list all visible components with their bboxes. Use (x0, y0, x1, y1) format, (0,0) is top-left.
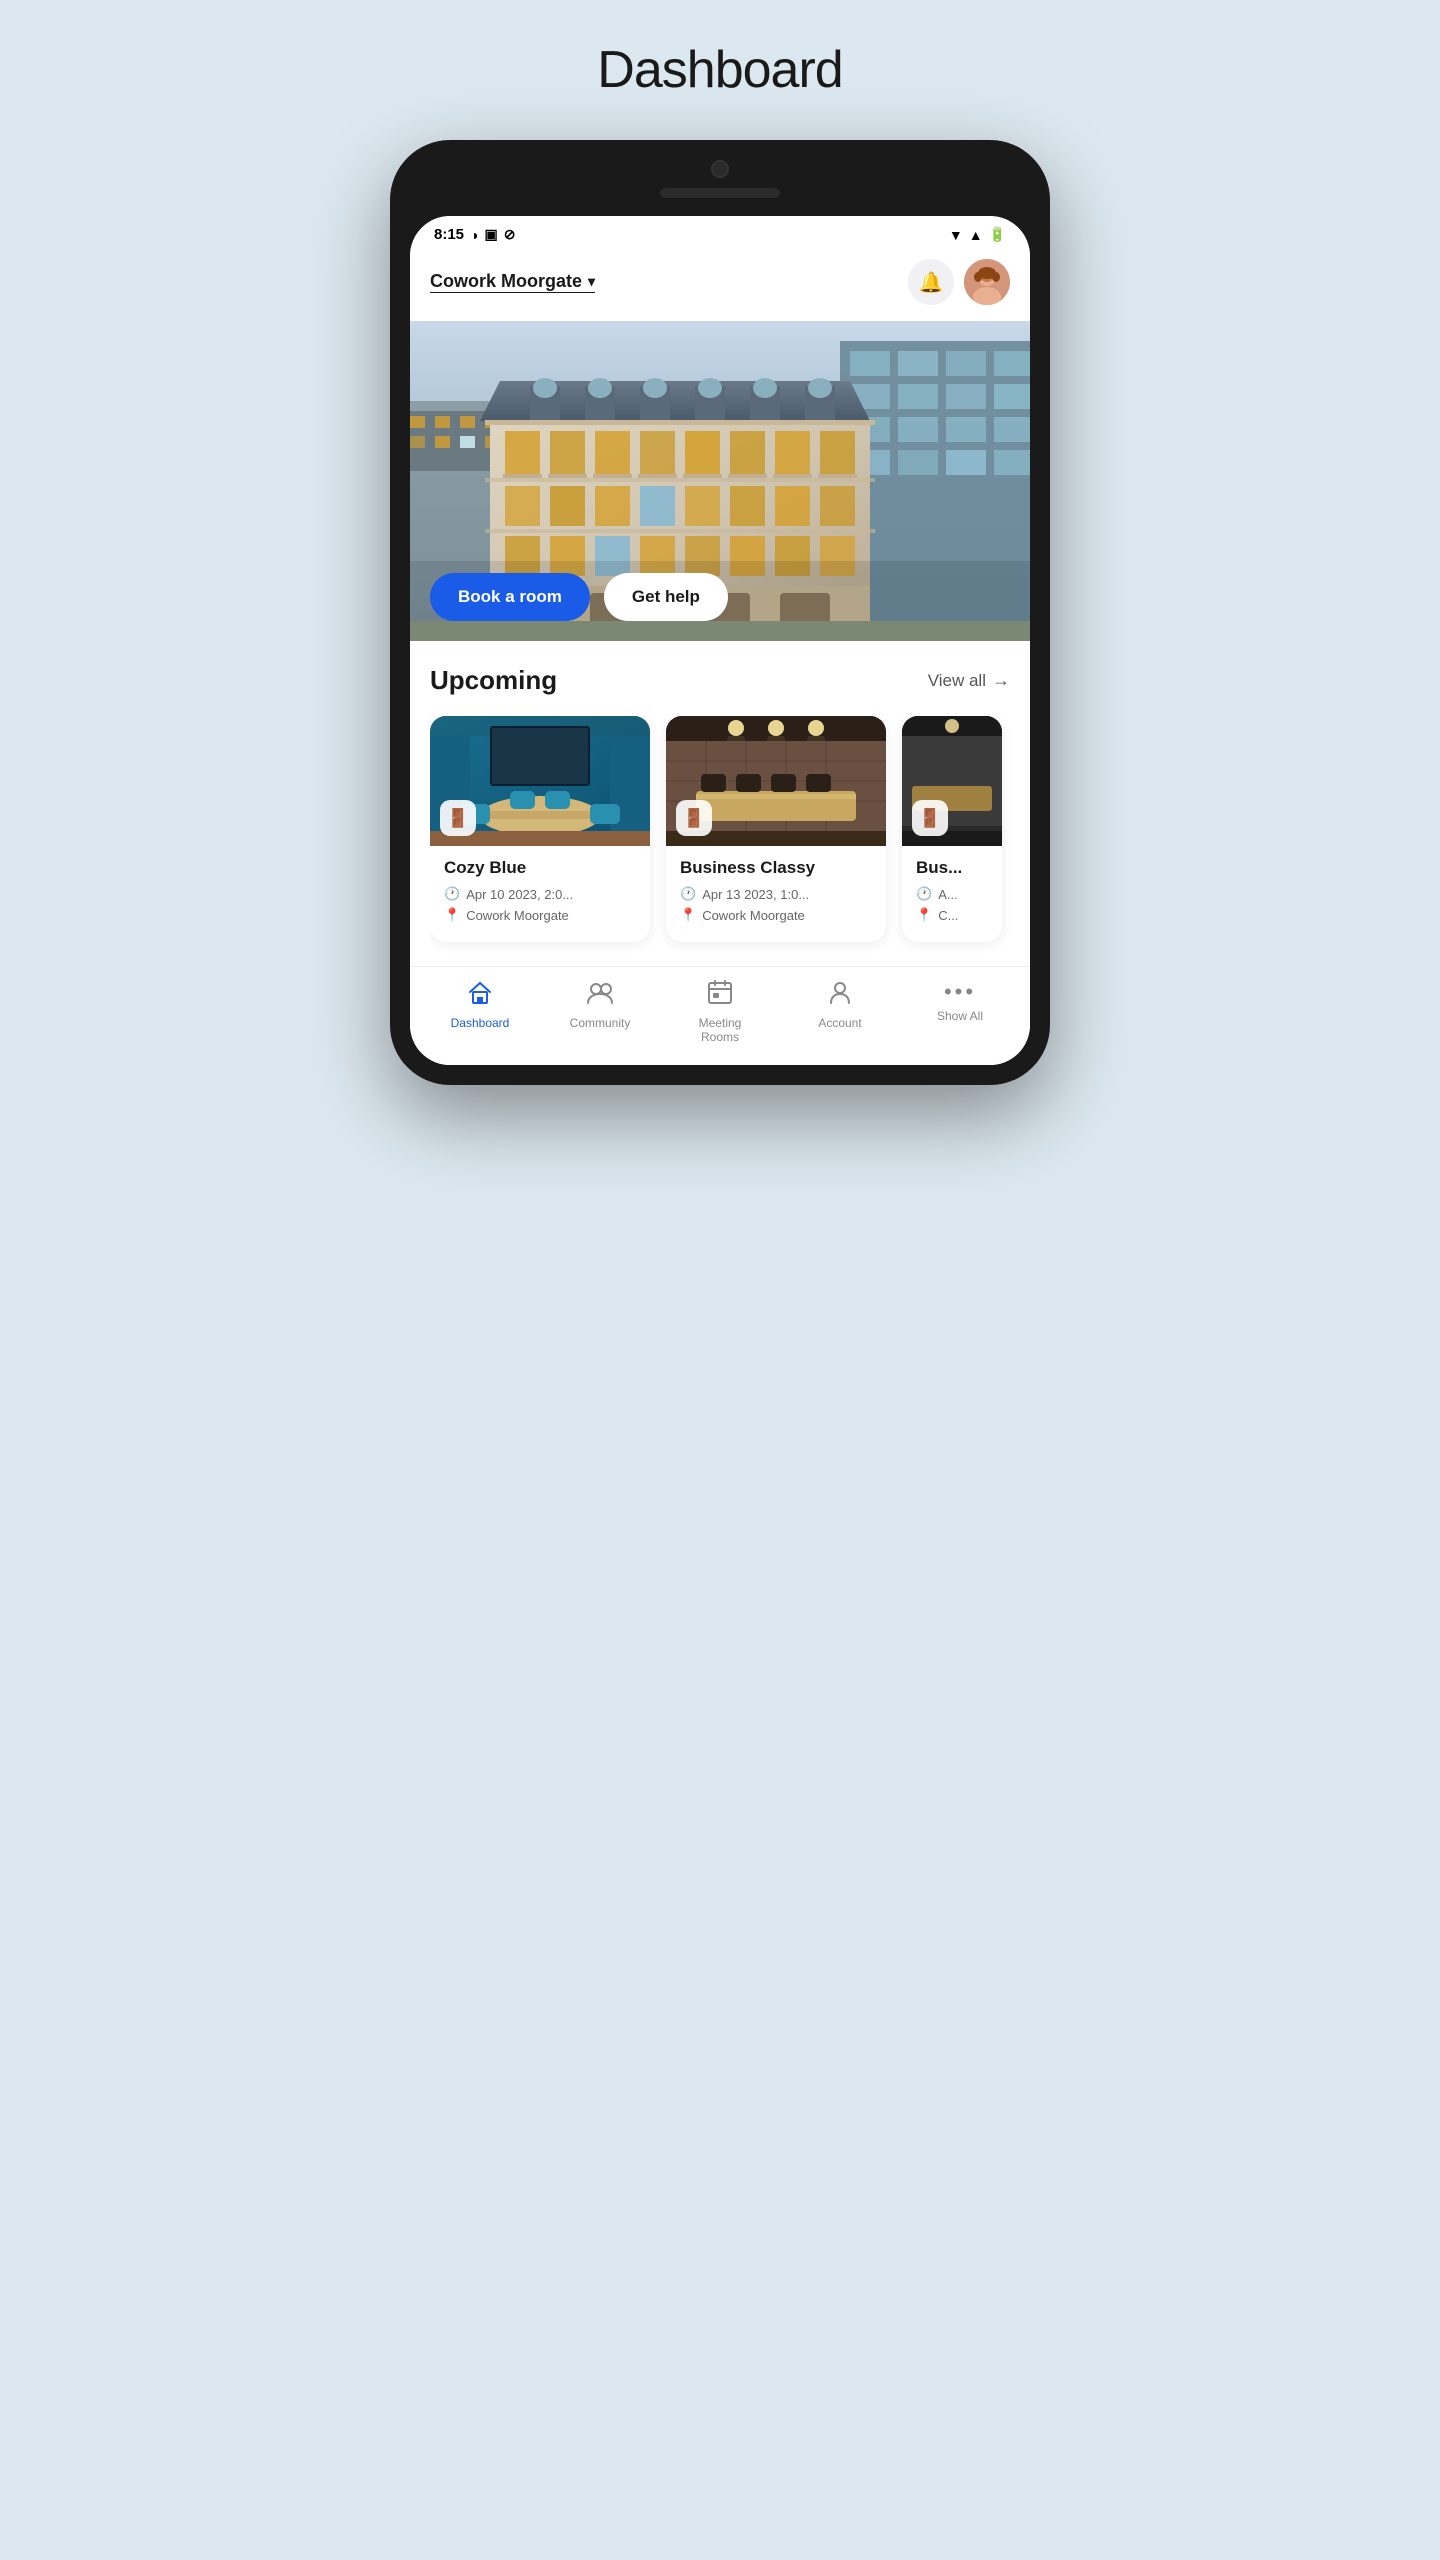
dnd-icon: ⊘ (504, 226, 516, 243)
signal-icon: ▲ (969, 227, 983, 243)
nav-label-community: Community (570, 1016, 631, 1030)
room-info: Cozy Blue 🕐 Apr 10 2023, 2:0... 📍 Cowork… (430, 846, 650, 942)
camera (711, 160, 729, 178)
page-title: Dashboard (597, 40, 842, 100)
room-name: Bus... (916, 858, 988, 878)
wifi-icon: ▼ (949, 227, 963, 243)
upcoming-section: Upcoming View all → (410, 641, 1030, 966)
status-left: 8:15 ◑ ▣ ⊘ (434, 226, 515, 243)
room-info: Bus... 🕐 A... 📍 C... (902, 846, 1002, 942)
calendar-icon (707, 979, 733, 1012)
phone-frame: 8:15 ◑ ▣ ⊘ ▼ ▲ 🔋 Cowork Moorgate ▾ 🔔 (390, 140, 1050, 1085)
hero-buttons: Book a room Get help (430, 573, 728, 621)
nav-label-dashboard: Dashboard (451, 1016, 510, 1030)
phone-speaker (660, 188, 780, 198)
room-icon-badge: 🚪 (440, 800, 476, 836)
bell-icon: 🔔 (919, 270, 944, 295)
get-help-button[interactable]: Get help (604, 573, 728, 621)
header-actions: 🔔 (908, 259, 1010, 305)
location-pin-icon: 📍 (916, 907, 932, 923)
hero-image: Book a room Get help (410, 321, 1030, 641)
location-pin-icon: 📍 (680, 907, 696, 923)
room-date: 🕐 Apr 13 2023, 1:0... (680, 886, 872, 902)
clock-icon: 🕐 (916, 886, 932, 902)
room-date: 🕐 A... (916, 886, 988, 902)
view-all-label: View all (928, 671, 986, 691)
room-date: 🕐 Apr 10 2023, 2:0... (444, 886, 636, 902)
upcoming-section-header: Upcoming View all → (430, 665, 1010, 696)
book-room-button[interactable]: Book a room (430, 573, 590, 621)
nav-label-meeting-rooms: Meeting Rooms (699, 1016, 742, 1045)
room-location: 📍 Cowork Moorgate (680, 907, 872, 923)
status-right-icons: ▼ ▲ 🔋 (949, 226, 1006, 243)
room-name: Business Classy (680, 858, 872, 878)
chevron-down-icon: ▾ (588, 273, 595, 290)
location-name: Cowork Moorgate (430, 271, 582, 292)
avatar[interactable] (964, 259, 1010, 305)
bottom-navigation: Dashboard Community (410, 966, 1030, 1065)
room-location: 📍 C... (916, 907, 988, 923)
phone-notch (410, 160, 1030, 178)
status-time: 8:15 (434, 226, 464, 243)
room-icon-badge: 🚪 (676, 800, 712, 836)
upcoming-title: Upcoming (430, 665, 557, 696)
room-name: Cozy Blue (444, 858, 636, 878)
room-card-image: 🚪 (902, 716, 1002, 846)
community-icon (586, 979, 614, 1012)
more-icon: ••• (944, 979, 976, 1005)
account-icon (827, 979, 853, 1012)
room-card[interactable]: 🚪 Bus... 🕐 A... 📍 C... (902, 716, 1002, 942)
room-card-image: 🚪 (430, 716, 650, 846)
clock-icon: 🕐 (444, 886, 460, 902)
nav-label-account: Account (818, 1016, 861, 1030)
room-info: Business Classy 🕐 Apr 13 2023, 1:0... 📍 … (666, 846, 886, 942)
phone-screen: 8:15 ◑ ▣ ⊘ ▼ ▲ 🔋 Cowork Moorgate ▾ 🔔 (410, 216, 1030, 1065)
nav-item-dashboard[interactable]: Dashboard (440, 979, 520, 1045)
status-bar: 8:15 ◑ ▣ ⊘ ▼ ▲ 🔋 (410, 216, 1030, 249)
room-location: 📍 Cowork Moorgate (444, 907, 636, 923)
view-all-button[interactable]: View all → (928, 670, 1010, 691)
arrow-right-icon: → (992, 670, 1010, 691)
nav-item-meeting-rooms[interactable]: Meeting Rooms (680, 979, 760, 1045)
rooms-scroll[interactable]: 🚪 Cozy Blue 🕐 Apr 10 2023, 2:0... 📍 Cowo… (430, 716, 1010, 966)
home-icon (467, 979, 493, 1012)
room-icon-badge: 🚪 (912, 800, 948, 836)
room-card-image: 🚪 (666, 716, 886, 846)
room-card[interactable]: 🚪 Cozy Blue 🕐 Apr 10 2023, 2:0... 📍 Cowo… (430, 716, 650, 942)
clock-icon: 🕐 (680, 886, 696, 902)
battery-icon: 🔋 (989, 226, 1006, 243)
location-selector[interactable]: Cowork Moorgate ▾ (430, 271, 595, 293)
sync-icon: ◑ (470, 227, 478, 243)
avatar-image (964, 259, 1010, 305)
nav-item-account[interactable]: Account (800, 979, 880, 1045)
storage-icon: ▣ (485, 226, 498, 243)
nav-label-show-all: Show All (937, 1009, 983, 1023)
location-pin-icon: 📍 (444, 907, 460, 923)
room-card[interactable]: 🚪 Business Classy 🕐 Apr 13 2023, 1:0... … (666, 716, 886, 942)
nav-item-community[interactable]: Community (560, 979, 640, 1045)
notification-bell-button[interactable]: 🔔 (908, 259, 954, 305)
app-header: Cowork Moorgate ▾ 🔔 (410, 249, 1030, 321)
nav-item-show-all[interactable]: ••• Show All (920, 979, 1000, 1045)
